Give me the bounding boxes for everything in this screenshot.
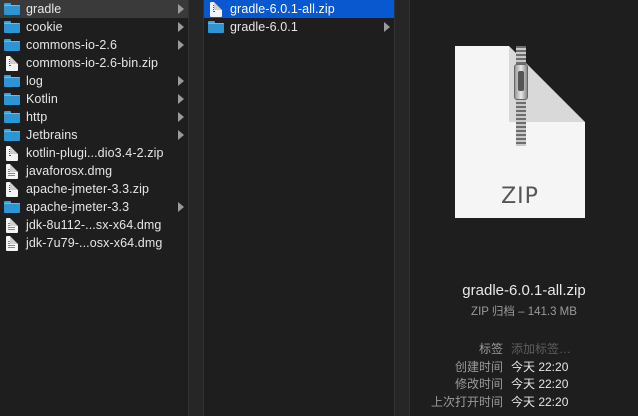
metadata-row: 创建时间 今天 22:20 bbox=[410, 358, 638, 376]
file-item-label: apache-jmeter-3.3.zip bbox=[26, 182, 149, 196]
file-item-label: http bbox=[26, 110, 48, 124]
file-item-label: cookie bbox=[26, 20, 63, 34]
folder-icon bbox=[4, 93, 20, 105]
zipper-icon bbox=[513, 46, 529, 146]
chevron-right-icon bbox=[178, 76, 184, 86]
file-item-label: javaforosx.dmg bbox=[26, 164, 113, 178]
file-item-http[interactable]: http bbox=[0, 108, 188, 126]
folder-icon bbox=[4, 111, 20, 123]
file-item-label: commons-io-2.6 bbox=[26, 38, 118, 52]
file-item-log[interactable]: log bbox=[0, 72, 188, 90]
file-item-label: Jetbrains bbox=[26, 128, 78, 142]
file-item-kotlin-plugi-dio3-4-2-zip[interactable]: kotlin-plugi...dio3.4-2.zip bbox=[0, 144, 188, 162]
file-item-label: jdk-8u112-...sx-x64.dmg bbox=[26, 218, 162, 232]
file-item-apache-jmeter-3-3-zip[interactable]: apache-jmeter-3.3.zip bbox=[0, 180, 188, 198]
file-item-jetbrains[interactable]: Jetbrains bbox=[0, 126, 188, 144]
column-1-divider[interactable] bbox=[188, 0, 204, 416]
preview-metadata: 标签 添加标签… 创建时间 今天 22:20 修改时间 今天 22:20 上次打开时间 今天 … bbox=[410, 340, 638, 410]
metadata-value: 今天 22:20 bbox=[511, 394, 569, 409]
file-item-label: log bbox=[26, 74, 43, 88]
column-1[interactable]: gradle cookie commons-io-2.6 commons-io-2.6… bbox=[0, 0, 188, 416]
file-item-label: commons-io-2.6-bin.zip bbox=[26, 56, 159, 70]
disk-image-icon bbox=[6, 163, 18, 179]
folder-icon bbox=[4, 201, 20, 213]
file-item-label: gradle bbox=[26, 2, 62, 16]
column-2[interactable]: gradle-6.0.1-all.zip gradle-6.0.1 bbox=[204, 0, 394, 416]
metadata-key: 修改时间 bbox=[454, 377, 503, 392]
file-item-cookie[interactable]: cookie bbox=[0, 18, 188, 36]
chevron-right-icon bbox=[178, 40, 184, 50]
metadata-key: 标签 bbox=[478, 342, 503, 357]
chevron-right-icon bbox=[178, 22, 184, 32]
chevron-right-icon bbox=[178, 202, 184, 212]
preview-file-name: gradle-6.0.1-all.zip bbox=[462, 282, 586, 299]
zip-file-icon bbox=[210, 1, 222, 17]
metadata-row: 上次打开时间 今天 22:20 bbox=[410, 393, 638, 411]
preview-kind-size: ZIP 归档 – 141.3 MB bbox=[471, 306, 577, 318]
chevron-right-icon bbox=[178, 112, 184, 122]
file-item-javaforosx-dmg[interactable]: javaforosx.dmg bbox=[0, 162, 188, 180]
metadata-key: 上次打开时间 bbox=[430, 394, 503, 409]
file-item-label: gradle-6.0.1 bbox=[230, 20, 298, 34]
file-item-gradle[interactable]: gradle bbox=[0, 0, 188, 18]
zip-file-large-icon[interactable]: ZIP bbox=[455, 46, 585, 218]
chevron-right-icon bbox=[178, 4, 184, 14]
disk-image-icon bbox=[6, 235, 18, 251]
metadata-value: 今天 22:20 bbox=[511, 359, 569, 374]
file-item-commons-io-2-6-bin-zip[interactable]: commons-io-2.6-bin.zip bbox=[0, 54, 188, 72]
folder-icon bbox=[208, 21, 224, 33]
metadata-key: 创建时间 bbox=[454, 359, 503, 374]
chevron-right-icon bbox=[178, 130, 184, 140]
file-item-label: Kotlin bbox=[26, 92, 58, 106]
file-item-kotlin[interactable]: Kotlin bbox=[0, 90, 188, 108]
finder-column-view: gradle cookie commons-io-2.6 commons-io-2.6… bbox=[0, 0, 638, 416]
file-item-gradle-6-0-1[interactable]: gradle-6.0.1 bbox=[204, 18, 394, 36]
file-item-jdk-7u79-osx-x64-dmg[interactable]: jdk-7u79-...osx-x64.dmg bbox=[0, 234, 188, 252]
file-item-label: kotlin-plugi...dio3.4-2.zip bbox=[26, 146, 164, 160]
chevron-right-icon bbox=[384, 22, 390, 32]
chevron-right-icon bbox=[178, 94, 184, 104]
zip-file-icon bbox=[6, 145, 18, 161]
file-item-label: gradle-6.0.1-all.zip bbox=[230, 2, 335, 16]
icon-file-type-label: ZIP bbox=[501, 184, 539, 209]
file-item-label: jdk-7u79-...osx-x64.dmg bbox=[26, 236, 163, 250]
file-item-label: apache-jmeter-3.3 bbox=[26, 200, 130, 214]
file-item-commons-io-2-6[interactable]: commons-io-2.6 bbox=[0, 36, 188, 54]
metadata-row: 标签 添加标签… bbox=[410, 340, 638, 358]
file-item-apache-jmeter-3-3[interactable]: apache-jmeter-3.3 bbox=[0, 198, 188, 216]
preview-pane: ZIP gradle-6.0.1-all.zip ZIP 归档 – 141.3 … bbox=[410, 0, 638, 416]
folder-icon bbox=[4, 75, 20, 87]
file-item-jdk-8u112-sx-x64-dmg[interactable]: jdk-8u112-...sx-x64.dmg bbox=[0, 216, 188, 234]
disk-image-icon bbox=[6, 217, 18, 233]
metadata-value: 今天 22:20 bbox=[511, 377, 569, 392]
zip-file-icon bbox=[6, 181, 18, 197]
metadata-row: 修改时间 今天 22:20 bbox=[410, 375, 638, 393]
zip-file-icon bbox=[6, 55, 18, 71]
folder-icon bbox=[4, 39, 20, 51]
folder-icon bbox=[4, 21, 20, 33]
file-item-gradle-6-0-1-all-zip[interactable]: gradle-6.0.1-all.zip bbox=[204, 0, 394, 18]
add-tags-field[interactable]: 添加标签… bbox=[511, 340, 571, 357]
folder-icon bbox=[4, 129, 20, 141]
folder-icon bbox=[4, 3, 20, 15]
column-2-divider[interactable] bbox=[394, 0, 410, 416]
